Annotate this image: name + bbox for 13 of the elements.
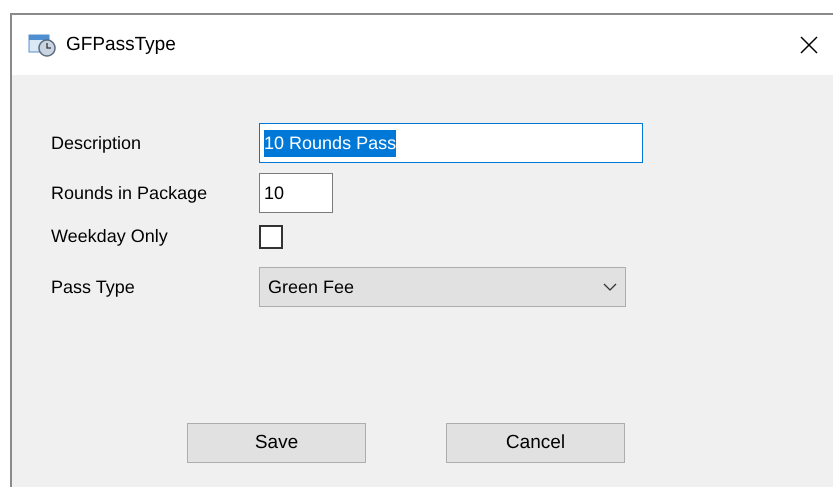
chevron-down-icon	[603, 283, 617, 291]
field-label: Weekday Only	[51, 225, 169, 248]
dropdown[interactable]: Green Fee	[259, 267, 626, 307]
checkbox[interactable]	[259, 224, 283, 248]
field-label: Pass Type	[51, 276, 136, 299]
field-label: Rounds in Package	[51, 182, 208, 205]
input-field[interactable]: 10 Rounds Pass	[259, 123, 643, 163]
field-label: Description	[51, 132, 142, 155]
input-field[interactable]: 10	[259, 173, 333, 213]
dialog-button[interactable]: Cancel	[446, 423, 625, 463]
calendar-clock-icon	[28, 33, 58, 57]
window-title: GFPassType	[66, 32, 177, 57]
dialog-button[interactable]: Save	[187, 423, 366, 463]
